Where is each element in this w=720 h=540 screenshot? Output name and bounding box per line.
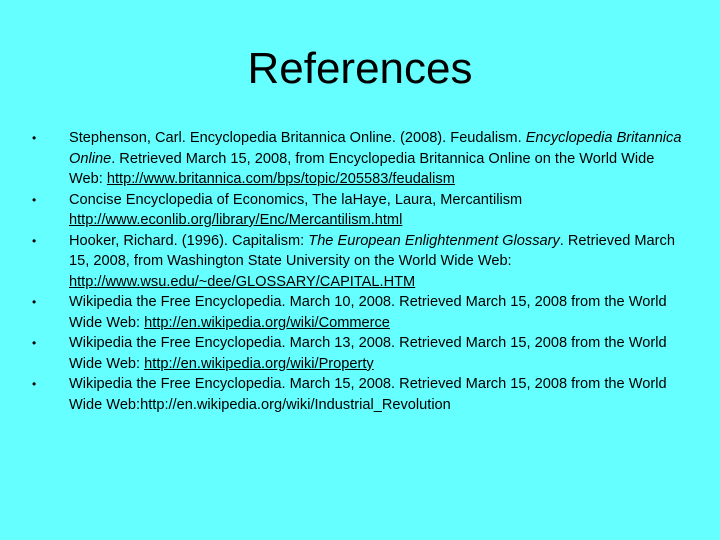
reference-link[interactable]: http://en.wikipedia.org/wiki/Commerce	[144, 315, 390, 331]
reference-text: Concise Encyclopedia of Economics, The l…	[69, 191, 523, 208]
reference-item: • Concise Encyclopedia of Economics, The …	[32, 190, 692, 231]
reference-item: • Stephenson, Carl. Encyclopedia Britanni…	[32, 128, 692, 190]
reference-link[interactable]: http://www.econlib.org/library/Enc/Merca…	[69, 212, 402, 228]
slide-title: References	[247, 44, 473, 93]
reference-italic-text: The European Enlightenment Glossary	[308, 232, 560, 249]
reference-link[interactable]: http://en.wikipedia.org/wiki/Property	[144, 356, 374, 372]
bullet-icon: •	[32, 377, 37, 391]
bullet-icon: •	[32, 295, 37, 309]
reference-item: • Wikipedia the Free Encyclopedia. March …	[32, 292, 692, 333]
reference-link[interactable]: http://www.wsu.edu/~dee/GLOSSARY/CAPITAL…	[69, 274, 415, 290]
reference-text: Stephenson, Carl. Encyclopedia Britannic…	[69, 130, 526, 146]
bullet-icon: •	[32, 233, 37, 248]
reference-text: Wikipedia the Free Encyclopedia. March 1…	[69, 376, 667, 413]
bullet-icon: •	[32, 336, 37, 350]
reference-item: • Hooker, Richard. (1996). Capitalism: Th…	[32, 231, 692, 293]
bullet-icon: •	[32, 192, 37, 207]
reference-text: Hooker, Richard. (1996). Capitalism:	[69, 232, 309, 249]
reference-list: • Stephenson, Carl. Encyclopedia Britanni…	[32, 128, 692, 415]
bullet-icon: •	[32, 131, 37, 145]
reference-item: • Wikipedia the Free Encyclopedia. March …	[32, 333, 692, 374]
reference-link[interactable]: http://www.britannica.com/bps/topic/2055…	[107, 171, 455, 187]
reference-item: • Wikipedia the Free Encyclopedia. March …	[32, 374, 692, 415]
